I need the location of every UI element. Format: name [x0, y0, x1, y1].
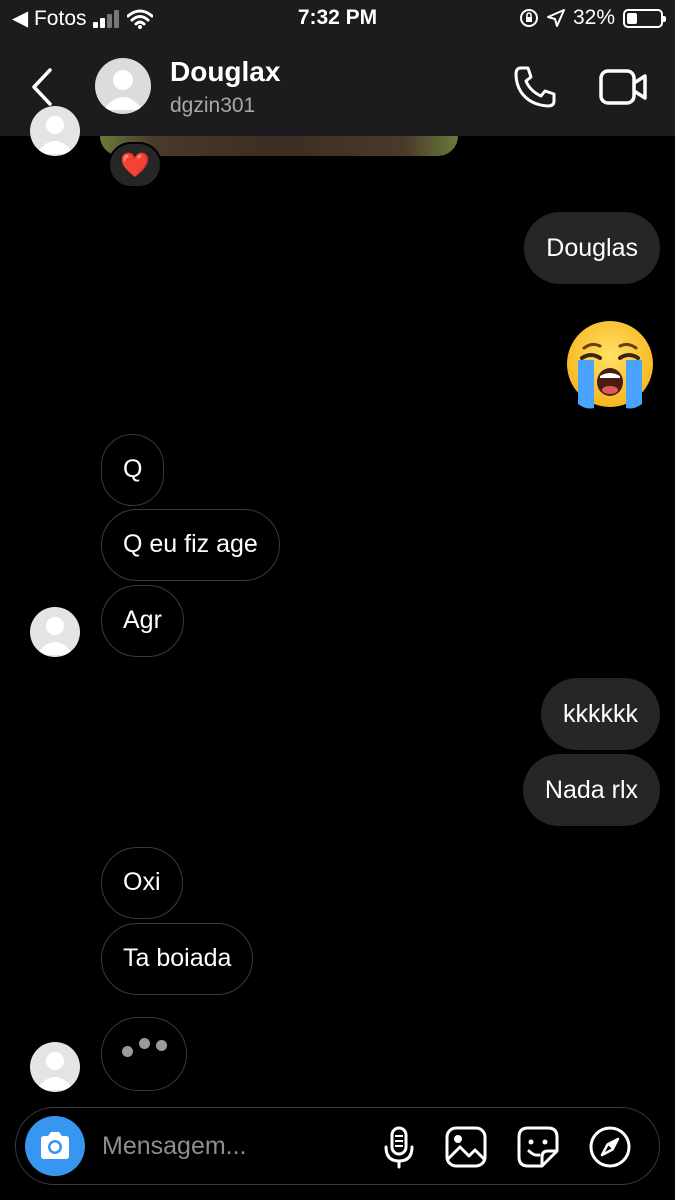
battery-level — [627, 12, 637, 24]
loudly-crying-face-icon[interactable] — [564, 318, 656, 410]
gallery-icon[interactable] — [444, 1125, 488, 1169]
heart-icon: ❤️ — [120, 151, 150, 179]
typing-dot — [122, 1046, 133, 1057]
battery-percent: 32% — [572, 6, 615, 29]
status-bar: ◀ Fotos 7:32 PM 32% — [0, 0, 675, 38]
heart-reaction[interactable]: ❤️ — [108, 142, 162, 188]
orientation-lock-icon — [519, 9, 538, 27]
message-bubble-in[interactable]: Agr — [101, 585, 184, 657]
message-composer: Mensagem... — [15, 1107, 660, 1185]
camera-button[interactable] — [25, 1116, 85, 1176]
phone-icon[interactable] — [512, 64, 558, 110]
default-avatar-icon — [103, 70, 143, 110]
contact-name[interactable]: Douglax — [170, 56, 280, 88]
chat-header: Douglax dgzin301 — [0, 38, 675, 136]
sender-avatar — [30, 106, 80, 156]
sticker-icon[interactable] — [516, 1125, 560, 1169]
explore-icon[interactable] — [588, 1125, 632, 1169]
message-bubble-in[interactable]: Q — [101, 434, 165, 506]
contact-username[interactable]: dgzin301 — [170, 94, 255, 118]
battery-icon — [623, 8, 666, 28]
sender-avatar — [30, 607, 80, 657]
message-bubble-out[interactable]: Nada rlx — [522, 754, 660, 826]
location-icon — [546, 9, 565, 27]
default-avatar-icon — [36, 116, 74, 154]
default-avatar-icon — [36, 1052, 74, 1090]
message-bubble-out[interactable]: kkkkkk — [541, 678, 660, 750]
message-input[interactable]: Mensagem... — [102, 1108, 247, 1184]
back-arrow-icon[interactable] — [26, 62, 62, 112]
camera-icon — [41, 1132, 69, 1159]
message-bubble-out[interactable]: Douglas — [524, 212, 660, 284]
message-bubble-in[interactable]: Ta boiada — [101, 923, 254, 995]
status-right: 32% — [519, 6, 666, 30]
avatar[interactable] — [95, 58, 151, 114]
default-avatar-icon — [36, 617, 74, 655]
message-bubble-in[interactable]: Q eu fiz age — [101, 509, 280, 581]
typing-dot — [139, 1038, 150, 1049]
sender-avatar — [30, 1042, 80, 1092]
message-bubble-in[interactable]: Oxi — [101, 847, 183, 919]
video-call-icon[interactable] — [598, 66, 650, 108]
microphone-icon[interactable] — [377, 1125, 421, 1169]
typing-dot — [156, 1040, 167, 1051]
typing-indicator — [101, 1017, 187, 1091]
